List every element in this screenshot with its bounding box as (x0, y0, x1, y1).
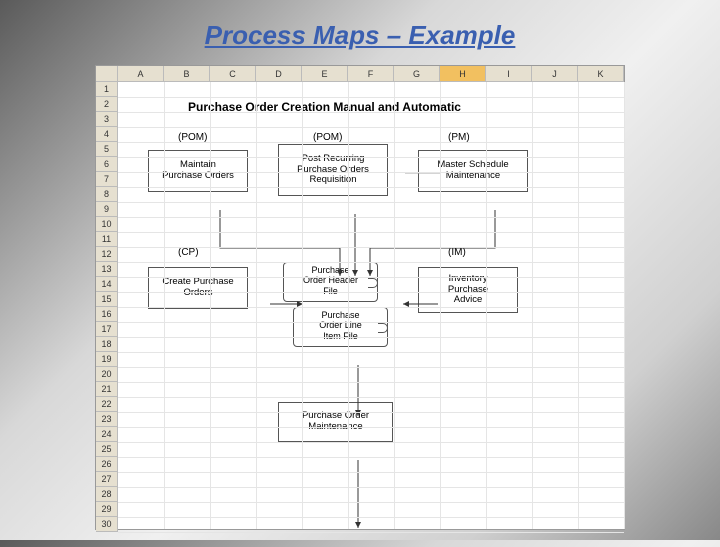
col-header-J[interactable]: J (532, 66, 578, 82)
row-header-7[interactable]: 7 (96, 172, 118, 187)
spreadsheet-window: ABCDEFGHIJK 1234567891011121314151617181… (95, 65, 625, 530)
col-header-D[interactable]: D (256, 66, 302, 82)
row-header-20[interactable]: 20 (96, 367, 118, 382)
label-cp: (CP) (178, 247, 199, 258)
row-header-25[interactable]: 25 (96, 442, 118, 457)
row-header-17[interactable]: 17 (96, 322, 118, 337)
row-header-26[interactable]: 26 (96, 457, 118, 472)
box-po-header-file: PurchaseOrder HeaderFile (283, 262, 378, 302)
row-header-9[interactable]: 9 (96, 202, 118, 217)
row-header-1[interactable]: 1 (96, 82, 118, 97)
col-header-H[interactable]: H (440, 66, 486, 82)
box-create-po: Create PurchaseOrders (148, 267, 248, 309)
row-header-29[interactable]: 29 (96, 502, 118, 517)
row-headers: 1234567891011121314151617181920212223242… (96, 82, 118, 532)
row-header-23[interactable]: 23 (96, 412, 118, 427)
row-header-11[interactable]: 11 (96, 232, 118, 247)
label-im: (IM) (448, 247, 466, 258)
row-header-6[interactable]: 6 (96, 157, 118, 172)
row-header-5[interactable]: 5 (96, 142, 118, 157)
row-header-22[interactable]: 22 (96, 397, 118, 412)
col-header-C[interactable]: C (210, 66, 256, 82)
row-header-8[interactable]: 8 (96, 187, 118, 202)
row-header-28[interactable]: 28 (96, 487, 118, 502)
col-header-K[interactable]: K (578, 66, 624, 82)
row-header-13[interactable]: 13 (96, 262, 118, 277)
row-header-15[interactable]: 15 (96, 292, 118, 307)
box-po-maintenance: Purchase OrderMaintenance (278, 402, 393, 442)
box-po-line-file: PurchaseOrder LineItem File (293, 307, 388, 347)
grid-area: Purchase Order Creation Manual and Autom… (118, 82, 624, 529)
row-header-30[interactable]: 30 (96, 517, 118, 532)
row-header-16[interactable]: 16 (96, 307, 118, 322)
row-header-3[interactable]: 3 (96, 112, 118, 127)
col-header-B[interactable]: B (164, 66, 210, 82)
row-header-21[interactable]: 21 (96, 382, 118, 397)
row-header-24[interactable]: 24 (96, 427, 118, 442)
row-header-4[interactable]: 4 (96, 127, 118, 142)
row-header-19[interactable]: 19 (96, 352, 118, 367)
col-header-F[interactable]: F (348, 66, 394, 82)
row-header-14[interactable]: 14 (96, 277, 118, 292)
col-header-I[interactable]: I (486, 66, 532, 82)
row-header-18[interactable]: 18 (96, 337, 118, 352)
col-header-E[interactable]: E (302, 66, 348, 82)
row-header-2[interactable]: 2 (96, 97, 118, 112)
box-post-recurring: Post RecurringPurchase OrdersRequisition (278, 144, 388, 196)
select-all-corner[interactable] (96, 66, 118, 82)
slide-title: Process Maps – Example (0, 20, 720, 51)
col-header-G[interactable]: G (394, 66, 440, 82)
row-header-10[interactable]: 10 (96, 217, 118, 232)
row-header-27[interactable]: 27 (96, 472, 118, 487)
column-headers: ABCDEFGHIJK (118, 66, 624, 82)
row-header-12[interactable]: 12 (96, 247, 118, 262)
col-header-A[interactable]: A (118, 66, 164, 82)
